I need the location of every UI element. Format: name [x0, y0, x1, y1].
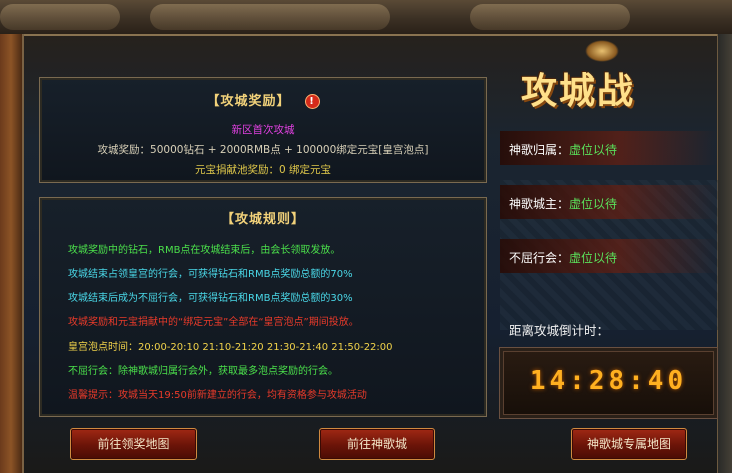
window-left-frame [0, 34, 24, 473]
owner-value: 虚位以待 [569, 143, 618, 157]
reward-panel-title: 【攻城奖励】! [40, 90, 486, 109]
rule-line: 攻城结束后成为不屈行会，可获得钻石和RMB点奖励总额的30% [68, 293, 353, 304]
rule-line-tip: 温馨提示：攻城当天19:50前新建立的行会，均有资格参与攻城活动 [68, 390, 367, 401]
countdown-label: 距离攻城倒计时： [509, 323, 610, 338]
warning-icon[interactable]: ! [304, 94, 320, 109]
reward-line-prizes: 攻城奖励：50000钻石 + 2000RMB点 + 100000绑定元宝[皇宫泡… [97, 144, 429, 156]
frame-ornament-icon [470, 4, 630, 30]
rules-panel: 【攻城规则】 攻城奖励中的钻石，RMB点在攻城结束后，由会长领取发放。 攻城结束… [39, 197, 487, 417]
shenge-private-map-button[interactable]: 神歌城专属地图 [571, 428, 687, 460]
reward-line-donation-pool: 元宝捐献池奖励：0 绑定元宝 [194, 164, 332, 176]
rule-line-time: 皇宫泡点时间：20:00-20:10 21:10-21:20 21:30-21:… [68, 342, 393, 353]
frame-ornament-icon [0, 4, 120, 30]
unyielding-label: 不屈行会： [509, 251, 570, 265]
siege-title: 攻城战 [521, 70, 636, 112]
countdown-value: 14:28:40 [529, 366, 688, 396]
lord-label: 神歌城主： [509, 197, 570, 211]
siege-window: 【攻城奖励】! 新区首次攻城 攻城奖励：50000钻石 + 2000RMB点 +… [0, 0, 732, 473]
rule-line: 攻城奖励和元宝捐献中的“绑定元宝”全部在“皇宫泡点”期间投放。 [68, 317, 359, 328]
rule-line: 不屈行会：除神歌城归属行会外，获取最多泡点奖励的行会。 [68, 366, 338, 377]
goto-reward-map-button[interactable]: 前往领奖地图 [70, 428, 197, 460]
frame-ornament-icon [150, 4, 390, 30]
window-right-frame [717, 34, 732, 473]
rule-line: 攻城奖励中的钻石，RMB点在攻城结束后，由会长领取发放。 [68, 245, 341, 256]
goto-shenge-city-button[interactable]: 前往神歌城 [319, 428, 435, 460]
owner-row: 神歌归属：虚位以待 [509, 141, 617, 158]
rule-line: 攻城结束占领皇宫的行会，可获得钻石和RMB点奖励总额的70% [68, 269, 353, 280]
reward-title-text: 【攻城奖励】 [206, 94, 291, 109]
rules-panel-title: 【攻城规则】 [220, 212, 305, 227]
unyielding-row: 不屈行会：虚位以待 [509, 249, 617, 266]
gem-ornament-icon [585, 40, 619, 62]
reward-line-first-siege: 新区首次攻城 [231, 124, 295, 136]
owner-label: 神歌归属： [509, 143, 570, 157]
reward-panel: 【攻城奖励】! 新区首次攻城 攻城奖励：50000钻石 + 2000RMB点 +… [39, 77, 487, 183]
countdown-clock: 14:28:40 [499, 347, 718, 419]
lord-value: 虚位以待 [569, 197, 618, 211]
unyielding-value: 虚位以待 [569, 251, 618, 265]
lord-row: 神歌城主：虚位以待 [509, 195, 617, 212]
